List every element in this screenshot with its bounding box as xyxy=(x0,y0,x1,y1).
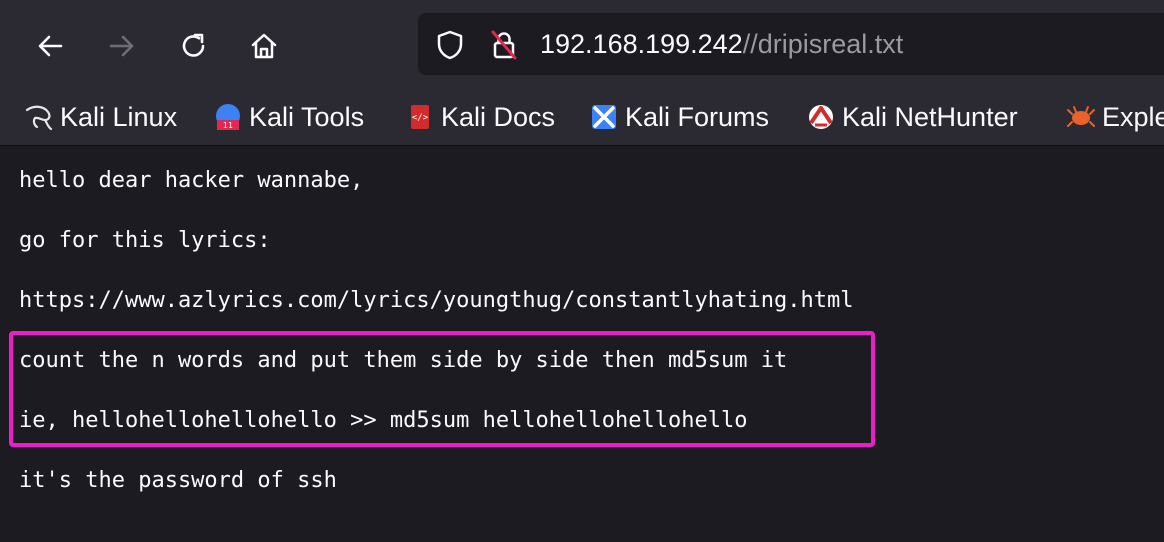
bookmark-kali-nethunter[interactable]: Kali NetHunter xyxy=(806,99,1018,135)
bookmark-kali-forums[interactable]: Kali Forums xyxy=(589,99,769,135)
forward-button[interactable] xyxy=(98,22,146,70)
text-line: hello dear hacker wannabe, xyxy=(19,168,364,193)
bookmark-label: Kali Linux xyxy=(60,101,178,132)
bookmark-kali-docs[interactable]: </> Kali Docs xyxy=(405,99,555,135)
bookmark-label: Kali Tools xyxy=(249,101,365,132)
highlight-box xyxy=(9,331,875,447)
arrow-right-icon xyxy=(107,31,137,61)
svg-text:11: 11 xyxy=(223,121,233,130)
exploit-db-icon xyxy=(1066,102,1096,132)
kali-nethunter-icon xyxy=(806,102,836,132)
kali-docs-icon: </> xyxy=(405,102,435,132)
url-text[interactable]: 192.168.199.242//dripisreal.txt xyxy=(540,27,903,61)
home-button[interactable] xyxy=(240,22,288,70)
back-button[interactable] xyxy=(26,22,74,70)
arrow-left-icon xyxy=(35,31,65,61)
insecure-lock-icon[interactable] xyxy=(488,29,520,61)
kali-dragon-icon xyxy=(24,102,54,132)
bookmark-exploit-db[interactable]: Exple xyxy=(1066,99,1164,135)
bookmark-label: Kali Docs xyxy=(441,101,556,132)
bookmark-kali-linux[interactable]: Kali Linux xyxy=(24,99,177,135)
browser-toolbar: 192.168.199.242//dripisreal.txt xyxy=(0,0,1164,90)
bookmark-label: Kali NetHunter xyxy=(842,101,1018,132)
url-path: //dripisreal.txt xyxy=(742,29,904,59)
shield-icon[interactable] xyxy=(434,29,466,61)
text-line: go for this lyrics: xyxy=(19,228,271,253)
bookmark-kali-tools[interactable]: 11 Kali Tools xyxy=(213,99,364,135)
svg-text:</>: </> xyxy=(412,113,429,123)
address-bar[interactable]: 192.168.199.242//dripisreal.txt xyxy=(418,13,1164,75)
reload-icon xyxy=(179,31,209,61)
url-host: 192.168.199.242 xyxy=(540,29,743,59)
kali-forums-icon xyxy=(589,102,619,132)
reload-button[interactable] xyxy=(170,22,218,70)
text-line: https://www.azlyrics.com/lyrics/youngthu… xyxy=(19,288,854,313)
bookmarks-toolbar: Kali Linux 11 Kali Tools </> Kali Docs K… xyxy=(0,90,1164,146)
text-line: it's the password of ssh xyxy=(19,468,337,493)
bookmark-label: Exple xyxy=(1102,101,1164,132)
home-icon xyxy=(248,30,280,62)
kali-tools-icon: 11 xyxy=(213,102,243,132)
bookmark-label: Kali Forums xyxy=(625,101,770,132)
page-content: hello dear hacker wannabe, go for this l… xyxy=(0,146,1164,542)
